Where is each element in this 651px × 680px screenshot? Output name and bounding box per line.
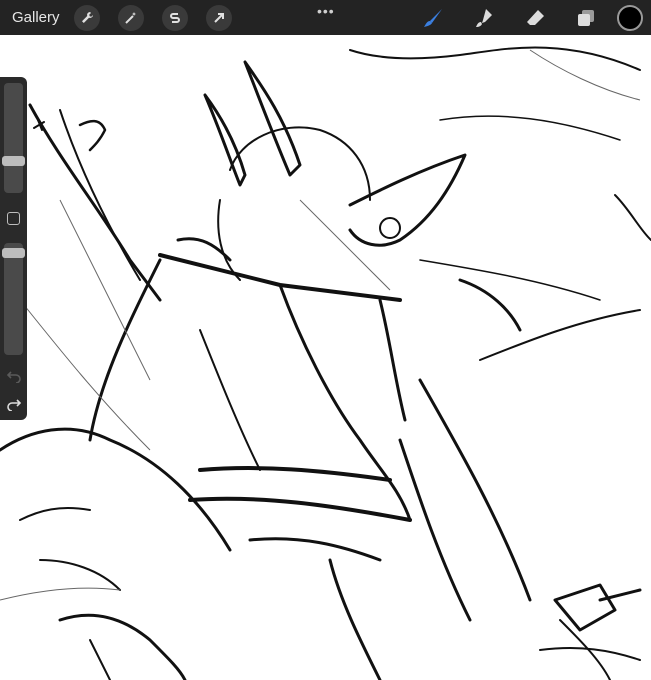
selection-s-icon [169,12,180,23]
smudge-button[interactable] [467,3,501,33]
brush-size-slider[interactable] [4,83,23,193]
adjustments-button[interactable] [117,4,144,31]
undo-icon[interactable] [6,369,22,383]
opacity-slider[interactable] [4,243,23,355]
eraser-icon [527,9,544,25]
brush-icon [424,8,442,27]
menu-dots[interactable]: ••• [317,3,335,19]
opacity-thumb[interactable] [2,248,25,258]
modify-button[interactable] [7,212,20,225]
brush-button[interactable] [416,3,450,33]
wrench-icon [81,11,93,23]
top-toolbar: Gallery ••• [0,0,651,35]
layers-icon [578,9,594,26]
left-sidebar [0,77,27,420]
eraser-button[interactable] [518,3,552,33]
smudge-icon [476,8,492,27]
transform-button[interactable] [205,4,232,31]
drawing-canvas[interactable] [0,35,651,680]
magic-wand-icon [124,11,136,24]
brush-size-thumb[interactable] [2,156,25,166]
layers-button[interactable] [569,3,603,33]
right-tools [399,0,651,35]
gallery-button[interactable]: Gallery [12,9,60,26]
actions-button[interactable] [73,4,100,31]
selection-button[interactable] [161,4,188,31]
transform-arrow-icon [213,12,224,23]
color-picker-button[interactable] [617,4,643,31]
redo-icon[interactable] [6,397,22,411]
